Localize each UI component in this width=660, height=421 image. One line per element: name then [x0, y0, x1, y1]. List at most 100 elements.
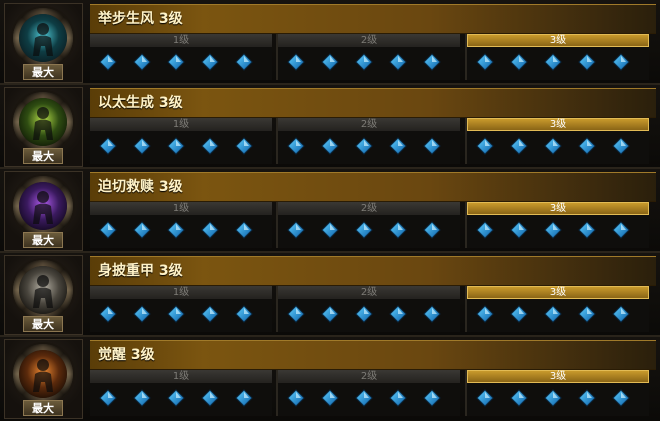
rune-gem-icon — [167, 389, 185, 407]
rune-gem-icon — [612, 305, 630, 323]
rune-title: 迫切救赎 3级 — [98, 179, 183, 195]
rune-title: 举步生风 3级 — [98, 11, 183, 27]
max-level-badge: 最大 — [23, 400, 63, 416]
rune-gem-icon — [510, 221, 528, 239]
portrait-frame — [13, 8, 73, 68]
row-divider — [0, 335, 660, 337]
rune-gem-icon — [321, 53, 339, 71]
tier-label: 3级 — [467, 118, 649, 131]
tier-label: 1级 — [90, 202, 272, 215]
rune-gem-icon — [612, 389, 630, 407]
tier-panel-2[interactable]: 2级 — [278, 118, 460, 164]
portrait-frame — [13, 92, 73, 152]
rune-gem-icon — [578, 221, 596, 239]
tier-label: 3级 — [467, 370, 649, 383]
rune-gem-icon — [321, 221, 339, 239]
tier-panel-3[interactable]: 3级 — [467, 118, 649, 164]
tier-label: 3级 — [467, 202, 649, 215]
rune-gem-icon — [235, 137, 253, 155]
tier-panel-1[interactable]: 1级 — [90, 370, 272, 416]
rune-gem-icon — [133, 137, 151, 155]
tier-label: 2级 — [278, 202, 460, 215]
tier-panel-1[interactable]: 1级 — [90, 34, 272, 80]
rune-gem-icon — [287, 389, 305, 407]
tier-panel-2[interactable]: 2级 — [278, 286, 460, 332]
tier-label: 2级 — [278, 370, 460, 383]
rune-gem-icon — [355, 389, 373, 407]
rune-list-panel: 最大 举步生风 3级 1级 2级 3级 最大 以太生成 3级 1级 2级 3级 最大 迫切救赎 3级 1… — [0, 0, 660, 421]
rune-gem-icon — [167, 137, 185, 155]
rune-gem-icon — [389, 137, 407, 155]
rune-gem-icon — [99, 53, 117, 71]
rune-gem-icon — [389, 53, 407, 71]
tier-panel-3[interactable]: 3级 — [467, 370, 649, 416]
tier-panel-1[interactable]: 1级 — [90, 118, 272, 164]
rune-row[interactable]: 最大 觉醒 3级 1级 2级 3级 — [0, 336, 660, 420]
rune-gem-icon — [612, 53, 630, 71]
tier-label: 2级 — [278, 118, 460, 131]
rune-row[interactable]: 最大 举步生风 3级 1级 2级 3级 — [0, 0, 660, 84]
tier-divider — [465, 202, 467, 248]
max-level-badge: 最大 — [23, 232, 63, 248]
rune-gem-icon — [99, 389, 117, 407]
rune-portrait[interactable]: 最大 — [4, 87, 83, 167]
tier-panel-1[interactable]: 1级 — [90, 202, 272, 248]
rune-gem-icon — [423, 53, 441, 71]
tier-divider — [276, 370, 278, 416]
rune-gem-icon — [201, 221, 219, 239]
tier-divider — [276, 286, 278, 332]
rune-gem-icon — [201, 53, 219, 71]
tier-divider — [276, 34, 278, 80]
rune-gem-icon — [578, 53, 596, 71]
rune-row[interactable]: 最大 迫切救赎 3级 1级 2级 3级 — [0, 168, 660, 252]
rune-portrait[interactable]: 最大 — [4, 339, 83, 419]
rune-title-bar: 身披重甲 3级 — [90, 256, 656, 286]
rune-gem-icon — [99, 305, 117, 323]
tier-panel-2[interactable]: 2级 — [278, 370, 460, 416]
tier-panel-2[interactable]: 2级 — [278, 34, 460, 80]
rune-gem-icon — [133, 53, 151, 71]
rune-gem-icon — [612, 137, 630, 155]
rune-gem-icon — [544, 305, 562, 323]
rune-gem-icon — [544, 389, 562, 407]
max-level-badge: 最大 — [23, 316, 63, 332]
rune-gem-icon — [355, 221, 373, 239]
rune-gem-icon — [423, 137, 441, 155]
rune-portrait[interactable]: 最大 — [4, 255, 83, 335]
tier-panel-3[interactable]: 3级 — [467, 202, 649, 248]
rune-portrait[interactable]: 最大 — [4, 3, 83, 83]
awaken-portrait-icon — [19, 350, 67, 398]
tier-label: 3级 — [467, 34, 649, 47]
portrait-frame — [13, 176, 73, 236]
tier-panel-1[interactable]: 1级 — [90, 286, 272, 332]
tier-panel-3[interactable]: 3级 — [467, 286, 649, 332]
armor-portrait-icon — [19, 266, 67, 314]
ether-portrait-icon — [19, 98, 67, 146]
rune-gem-icon — [287, 305, 305, 323]
rune-gem-icon — [389, 221, 407, 239]
rune-gem-icon — [476, 389, 494, 407]
tier-divider — [465, 286, 467, 332]
rune-row[interactable]: 最大 身披重甲 3级 1级 2级 3级 — [0, 252, 660, 336]
rune-row[interactable]: 最大 以太生成 3级 1级 2级 3级 — [0, 84, 660, 168]
rune-portrait[interactable]: 最大 — [4, 171, 83, 251]
tier-panel-3[interactable]: 3级 — [467, 34, 649, 80]
rune-gem-icon — [389, 305, 407, 323]
rune-gem-icon — [321, 137, 339, 155]
rune-title-bar: 迫切救赎 3级 — [90, 172, 656, 202]
rune-title: 以太生成 3级 — [98, 95, 183, 111]
rune-title-bar: 以太生成 3级 — [90, 88, 656, 118]
tier-divider — [276, 202, 278, 248]
rune-gem-icon — [389, 389, 407, 407]
runner-portrait-icon — [19, 14, 67, 62]
rune-gem-icon — [235, 221, 253, 239]
rune-gem-icon — [287, 53, 305, 71]
tier-panel-2[interactable]: 2级 — [278, 202, 460, 248]
tier-label: 1级 — [90, 34, 272, 47]
row-divider — [0, 83, 660, 85]
rune-gem-icon — [510, 53, 528, 71]
rune-gem-icon — [321, 389, 339, 407]
rune-gem-icon — [476, 305, 494, 323]
rune-gem-icon — [201, 305, 219, 323]
rune-gem-icon — [167, 221, 185, 239]
